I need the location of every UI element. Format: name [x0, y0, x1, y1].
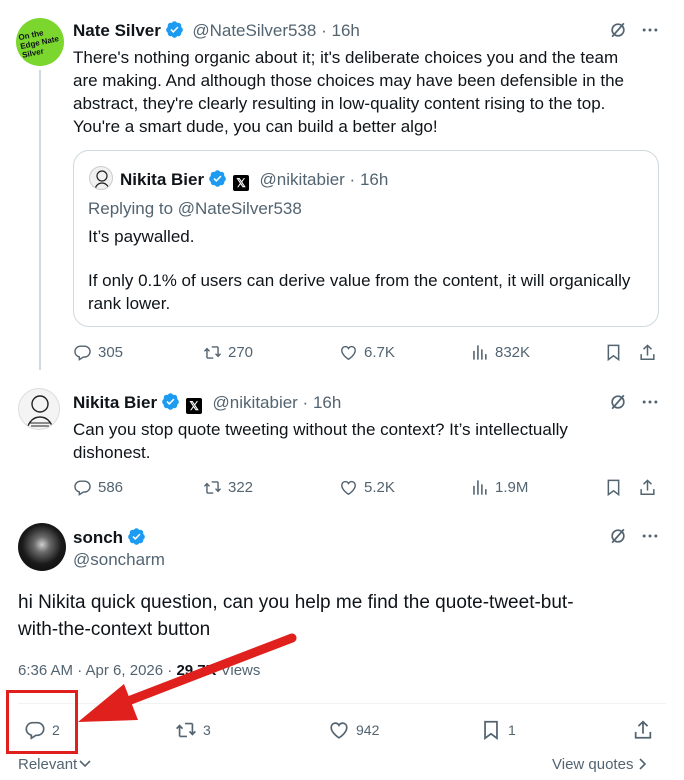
relevant-label: Relevant	[18, 756, 78, 773]
quoted-tweet-card[interactable]: Nikita Bier 𝕏 @nikitabier · 16h Replying …	[73, 150, 659, 327]
avatar-nikita-bier	[89, 166, 113, 190]
view-quotes-link[interactable]: View quotes	[552, 756, 647, 773]
avatar-nate-silver[interactable]: On the Edge Nate Silver	[16, 18, 64, 66]
views-icon	[470, 478, 489, 497]
views-icon	[470, 343, 489, 362]
relevant-sort-button[interactable]: Relevant	[18, 756, 91, 773]
text-line: are making. And although those choices m…	[73, 71, 624, 90]
annotation-highlight-box	[6, 690, 78, 754]
x-logo-icon: 𝕏	[186, 398, 203, 414]
more-icon[interactable]	[640, 392, 660, 412]
author-handle[interactable]: @NateSilver538 · 16h	[192, 21, 360, 40]
text-line: abstract, they're clearly resulting in l…	[73, 94, 606, 113]
view-quotes-label: View quotes	[552, 756, 634, 773]
arrow-annotation	[78, 633, 297, 722]
reply-button[interactable]: 305	[73, 343, 123, 362]
grok-icon[interactable]	[608, 526, 628, 546]
like-count: 5.2K	[364, 479, 395, 496]
grok-icon[interactable]	[608, 20, 628, 40]
text-line: dishonest.	[73, 443, 151, 462]
text-line: hi Nikita quick question, can you help m…	[18, 592, 574, 613]
more-icon[interactable]	[640, 526, 660, 546]
retweet-icon	[203, 343, 222, 362]
author-handle[interactable]: @soncharm	[73, 550, 165, 570]
bookmark-icon[interactable]	[604, 478, 623, 497]
bookmark-button[interactable]: 1	[480, 719, 516, 741]
author-name[interactable]: Nikita Bier	[73, 393, 157, 412]
text-line: Can you stop quote tweeting without the …	[73, 420, 568, 439]
like-icon	[328, 719, 350, 741]
retweet-icon	[203, 478, 222, 497]
text-line: You're a smart dude, you can build a bet…	[73, 117, 438, 136]
verified-icon	[208, 169, 227, 188]
author-name: Nikita Bier	[120, 170, 205, 189]
views-button[interactable]: 1.9M	[470, 478, 528, 497]
like-button[interactable]: 942	[328, 719, 379, 741]
verified-icon	[165, 20, 184, 39]
tweet2-text: Can you stop quote tweeting without the …	[73, 418, 673, 464]
reply-count: 305	[98, 344, 124, 361]
avatar-logo-text: On the Edge Nate Silver	[17, 28, 60, 60]
replying-to: Replying to @NateSilver538	[88, 199, 302, 218]
tweet1-header: Nate Silver @NateSilver538 · 16h	[73, 20, 360, 41]
tweet2-header: Nikita Bier 𝕏 @nikitabier · 16h	[73, 392, 341, 414]
thread-line	[39, 70, 41, 370]
views-count: 832K	[495, 344, 531, 361]
like-icon	[339, 478, 358, 497]
x-logo-icon: 𝕏	[233, 175, 250, 191]
retweet-count: 322	[228, 479, 254, 496]
reply-count: 586	[98, 479, 124, 496]
author-handle: @nikitabier · 16h	[259, 170, 389, 189]
quote-text-line: It’s paywalled.	[88, 227, 195, 246]
quote-text-line: If only 0.1% of users can derive value f…	[88, 271, 631, 290]
quote-text-line: rank lower.	[88, 294, 171, 313]
verified-icon	[161, 392, 180, 411]
retweet-button[interactable]: 270	[203, 343, 253, 362]
views-button[interactable]: 832K	[470, 343, 530, 362]
main-tweet-header: sonch	[73, 527, 146, 548]
tweet1-text: There's nothing organic about it; it's d…	[73, 46, 673, 138]
avatar-nikita-bier[interactable]	[18, 388, 60, 430]
bookmark-icon[interactable]	[604, 343, 623, 362]
avatar-sonch[interactable]	[18, 523, 66, 571]
quote-header: Nikita Bier 𝕏 @nikitabier · 16h	[120, 169, 388, 191]
chevron-right-icon	[639, 758, 647, 770]
retweet-count: 270	[228, 344, 254, 361]
bookmark-icon	[480, 719, 502, 741]
reply-icon	[73, 478, 92, 497]
share-icon[interactable]	[638, 343, 657, 362]
reply-icon	[73, 343, 92, 362]
retweet-button[interactable]: 322	[203, 478, 253, 497]
like-count: 6.7K	[364, 344, 395, 361]
share-icon[interactable]	[638, 478, 657, 497]
reply-button[interactable]: 586	[73, 478, 123, 497]
like-button[interactable]: 5.2K	[339, 478, 395, 497]
views-count: 1.9M	[495, 479, 529, 496]
like-button[interactable]: 6.7K	[339, 343, 395, 362]
grok-icon[interactable]	[608, 392, 628, 412]
share-icon[interactable]	[632, 719, 654, 741]
more-icon[interactable]	[640, 20, 660, 40]
author-name[interactable]: sonch	[73, 528, 123, 547]
author-handle[interactable]: @nikitabier · 16h	[213, 393, 342, 412]
text-line: There's nothing organic about it; it's d…	[73, 48, 619, 67]
bookmark-count: 1	[508, 722, 516, 738]
author-name[interactable]: Nate Silver	[73, 21, 161, 40]
like-icon	[339, 343, 358, 362]
like-count: 942	[356, 722, 380, 738]
verified-icon	[127, 527, 146, 546]
chevron-down-icon	[79, 760, 91, 768]
